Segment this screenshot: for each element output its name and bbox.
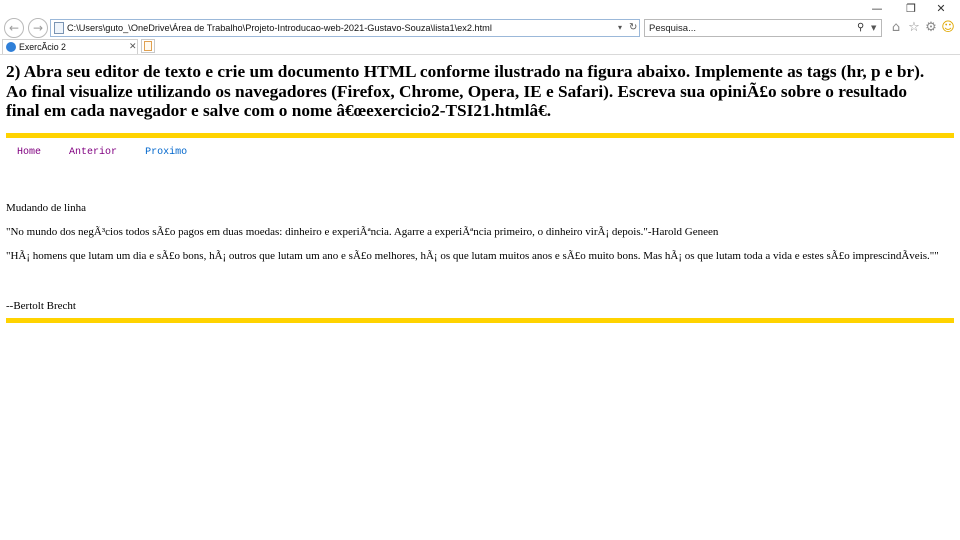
page-icon xyxy=(54,22,64,34)
tab-strip: ExercÃ­cio 2 ✕ xyxy=(0,38,960,55)
page-nav: Home Anterior Proximo xyxy=(17,147,209,158)
window-titlebar: — ❐ ✕ xyxy=(0,0,960,18)
new-tab-icon xyxy=(144,41,152,51)
forward-button[interactable]: → xyxy=(28,18,48,38)
tab-exercicio-2[interactable]: ExercÃ­cio 2 ✕ xyxy=(2,39,138,54)
restore-button[interactable]: ❐ xyxy=(896,1,926,17)
minimize-button[interactable]: — xyxy=(862,1,892,17)
quote-author: --Bertolt Brecht xyxy=(6,300,76,312)
address-url[interactable]: C:\Users\guto_\OneDrive\Área de Trabalho… xyxy=(67,20,492,36)
page-content: 2) Abra seu editor de texto e crie um do… xyxy=(0,55,960,540)
close-window-button[interactable]: ✕ xyxy=(926,1,956,17)
back-arrow-icon: ← xyxy=(8,21,20,35)
line-break-title: Mudando de linha xyxy=(6,202,87,214)
refresh-icon[interactable]: ↻ xyxy=(629,20,637,36)
smiley-feedback-icon[interactable]: ☺ xyxy=(940,19,956,37)
quote-harold-geneen: "No mundo dos negÃ³cios todos sÃ£o pagos… xyxy=(6,226,719,238)
address-row: ← → C:\Users\guto_\OneDrive\Área de Trab… xyxy=(0,18,960,38)
nav-link-anterior[interactable]: Anterior xyxy=(69,147,117,158)
chevron-down-icon[interactable]: ▾ xyxy=(618,20,622,36)
gear-icon[interactable]: ⚙ xyxy=(923,19,939,37)
horizontal-rule-bottom xyxy=(6,318,954,323)
favorites-star-icon[interactable]: ☆ xyxy=(906,19,922,37)
tab-title: ExercÃ­cio 2 xyxy=(19,42,66,52)
ie-favicon-icon xyxy=(6,42,16,52)
search-dropdown-icon[interactable]: ▼ xyxy=(871,20,876,36)
quote-bertolt-brecht: "HÃ¡ homens que lutam um dia e sÃ£o bons… xyxy=(6,250,939,262)
search-input[interactable] xyxy=(647,21,851,35)
nav-link-home[interactable]: Home xyxy=(17,147,41,158)
nav-link-proximo[interactable]: Proximo xyxy=(145,147,187,158)
search-box[interactable]: ⚲ ▼ xyxy=(644,19,882,37)
new-tab-button[interactable] xyxy=(141,39,155,53)
page-title: 2) Abra seu editor de texto e crie um do… xyxy=(6,62,925,120)
forward-arrow-icon: → xyxy=(32,21,44,35)
home-icon[interactable]: ⌂ xyxy=(888,19,904,37)
address-bar[interactable]: C:\Users\guto_\OneDrive\Área de Trabalho… xyxy=(50,19,640,37)
back-button[interactable]: ← xyxy=(4,18,24,38)
close-tab-icon[interactable]: ✕ xyxy=(129,40,137,54)
search-icon[interactable]: ⚲ xyxy=(857,20,864,36)
horizontal-rule-top xyxy=(6,133,954,138)
